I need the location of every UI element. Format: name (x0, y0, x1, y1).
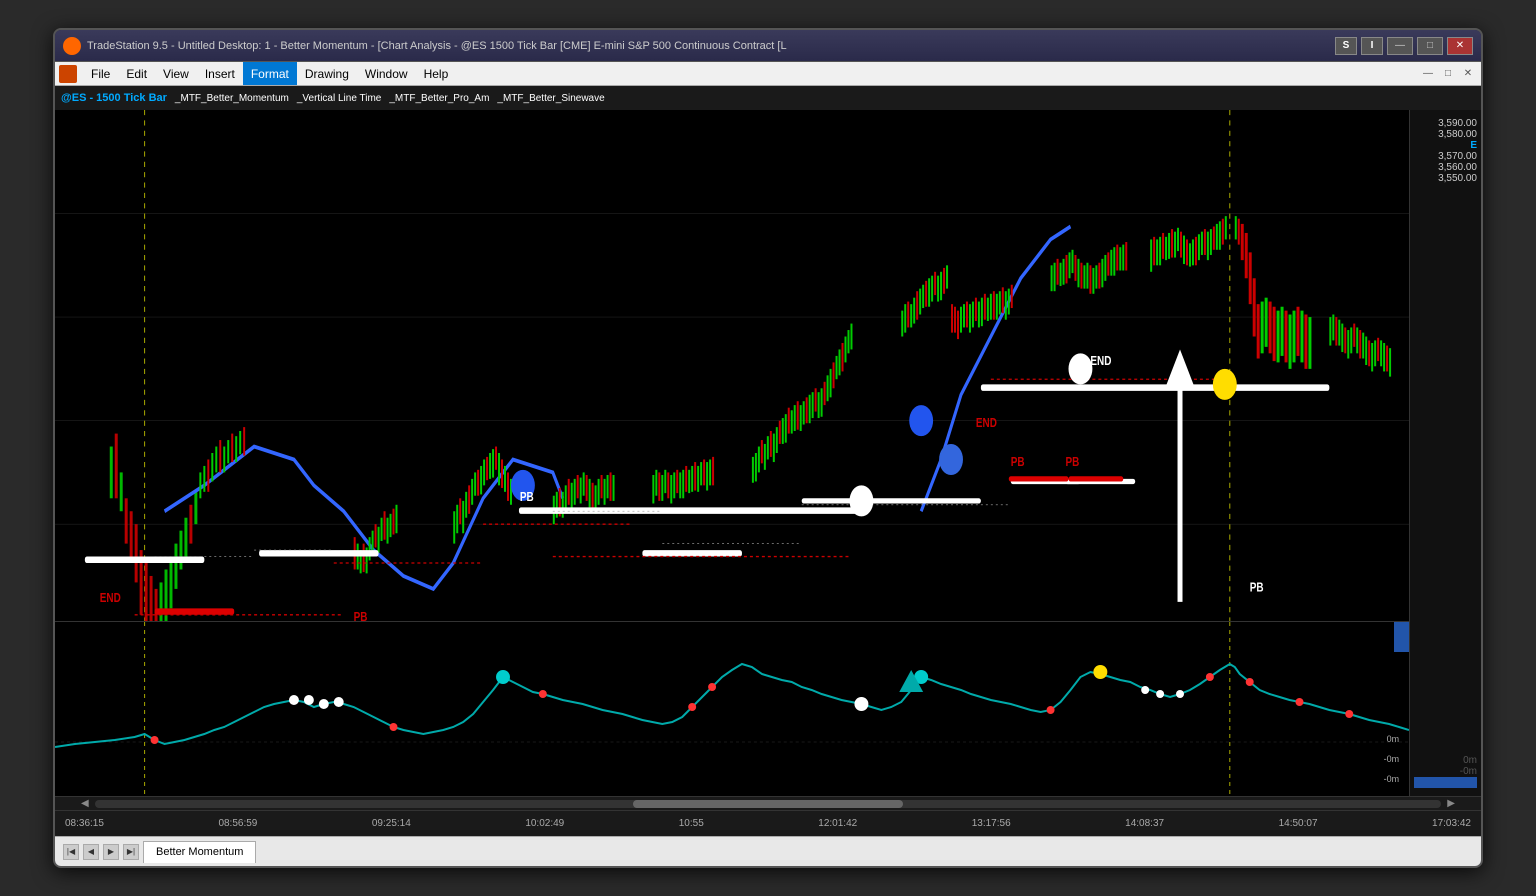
scroll-left[interactable]: ◀ (75, 798, 95, 809)
minimize-button[interactable]: — (1387, 37, 1413, 55)
menu-window[interactable]: Window (357, 62, 416, 85)
time-label-7: 13:17:56 (972, 818, 1011, 829)
menu-view[interactable]: View (155, 62, 197, 85)
nav-first[interactable]: |◀ (63, 844, 79, 860)
indicator-2: _Vertical Line Time (297, 93, 382, 104)
menu-file[interactable]: File (83, 62, 118, 85)
svg-text:-0m: -0m (1384, 754, 1399, 764)
main-window: TradeStation 9.5 - Untitled Desktop: 1 -… (53, 28, 1483, 868)
oscillator-svg: 0m -0m -0m (55, 622, 1409, 796)
price-scale: 3,590.00 3,580.00 E 3,570.00 3,560.00 3,… (1409, 110, 1481, 796)
price-label-osc: 0m (1414, 755, 1477, 766)
indicator-1: _MTF_Better_Momentum (175, 93, 289, 104)
indicator-3: _MTF_Better_Pro_Am (389, 93, 489, 104)
i-button[interactable]: I (1361, 37, 1383, 55)
restore-button[interactable]: □ (1417, 37, 1443, 55)
inner-window-controls: — □ ✕ (1419, 65, 1477, 83)
price-label-osc2: -0m (1414, 766, 1477, 777)
price-label-osc3 (1414, 777, 1477, 788)
main-chart[interactable]: END PB END PB END END PB PB END PB END P… (55, 110, 1409, 796)
inner-close[interactable]: ✕ (1459, 65, 1477, 83)
title-bar-controls: S I — □ ✕ (1335, 37, 1473, 55)
tab-better-momentum[interactable]: Better Momentum (143, 841, 256, 863)
menu-drawing[interactable]: Drawing (297, 62, 357, 85)
time-label-2: 08:56:59 (218, 818, 257, 829)
nav-next[interactable]: ▶ (103, 844, 119, 860)
price-label-3: 3,570.00 (1414, 151, 1477, 162)
menu-bar: File Edit View Insert Format Drawing Win… (55, 62, 1481, 86)
price-label-4: 3,560.00 (1414, 162, 1477, 173)
time-label-6: 12:01:42 (818, 818, 857, 829)
nav-last[interactable]: ▶| (123, 844, 139, 860)
nav-prev[interactable]: ◀ (83, 844, 99, 860)
inner-minimize[interactable]: — (1419, 65, 1437, 83)
symbol-label: @ES - 1500 Tick Bar (61, 92, 167, 104)
app-icon (63, 37, 81, 55)
price-label-5: 3,550.00 (1414, 173, 1477, 184)
footer-bar: |◀ ◀ ▶ ▶| Better Momentum (55, 836, 1481, 866)
indicator-4: _MTF_Better_Sinewave (497, 93, 604, 104)
close-button[interactable]: ✕ (1447, 37, 1473, 55)
price-label-1: 3,590.00 (1414, 118, 1477, 129)
svg-text:PB: PB (1250, 581, 1264, 594)
time-label-4: 10:02:49 (525, 818, 564, 829)
scrollbar-thumb[interactable] (633, 800, 902, 808)
title-bar: TradeStation 9.5 - Untitled Desktop: 1 -… (55, 30, 1481, 62)
time-label-5: 10:55 (679, 818, 704, 829)
time-label-10: 17:03:42 (1432, 818, 1471, 829)
menu-help[interactable]: Help (416, 62, 457, 85)
time-label-1: 08:36:15 (65, 818, 104, 829)
svg-text:PB: PB (520, 491, 534, 504)
price-label-e: E (1414, 140, 1477, 151)
scroll-right[interactable]: ▶ (1441, 798, 1461, 809)
scrollbar[interactable]: ◀ ▶ (55, 796, 1481, 810)
price-label-2: 3,580.00 (1414, 129, 1477, 140)
svg-text:PB: PB (1011, 456, 1025, 469)
time-axis: 08:36:15 08:56:59 09:25:14 10:02:49 10:5… (55, 810, 1481, 836)
svg-text:END: END (976, 417, 997, 430)
svg-text:END: END (100, 592, 121, 605)
scrollbar-track[interactable] (95, 800, 1442, 808)
svg-text:PB: PB (1066, 456, 1080, 469)
time-label-9: 14:50:07 (1279, 818, 1318, 829)
menu-edit[interactable]: Edit (118, 62, 155, 85)
svg-text:-0m: -0m (1384, 774, 1399, 784)
indicator-bar: @ES - 1500 Tick Bar _MTF_Better_Momentum… (55, 86, 1481, 110)
menu-logo (59, 65, 77, 83)
s-button[interactable]: S (1335, 37, 1357, 55)
menu-insert[interactable]: Insert (197, 62, 243, 85)
time-label-8: 14:08:37 (1125, 818, 1164, 829)
menu-format[interactable]: Format (243, 62, 297, 85)
title-bar-text: TradeStation 9.5 - Untitled Desktop: 1 -… (87, 40, 1335, 52)
svg-text:END: END (1090, 355, 1111, 368)
time-label-3: 09:25:14 (372, 818, 411, 829)
svg-text:0m: 0m (1387, 734, 1399, 744)
inner-restore[interactable]: □ (1439, 65, 1457, 83)
